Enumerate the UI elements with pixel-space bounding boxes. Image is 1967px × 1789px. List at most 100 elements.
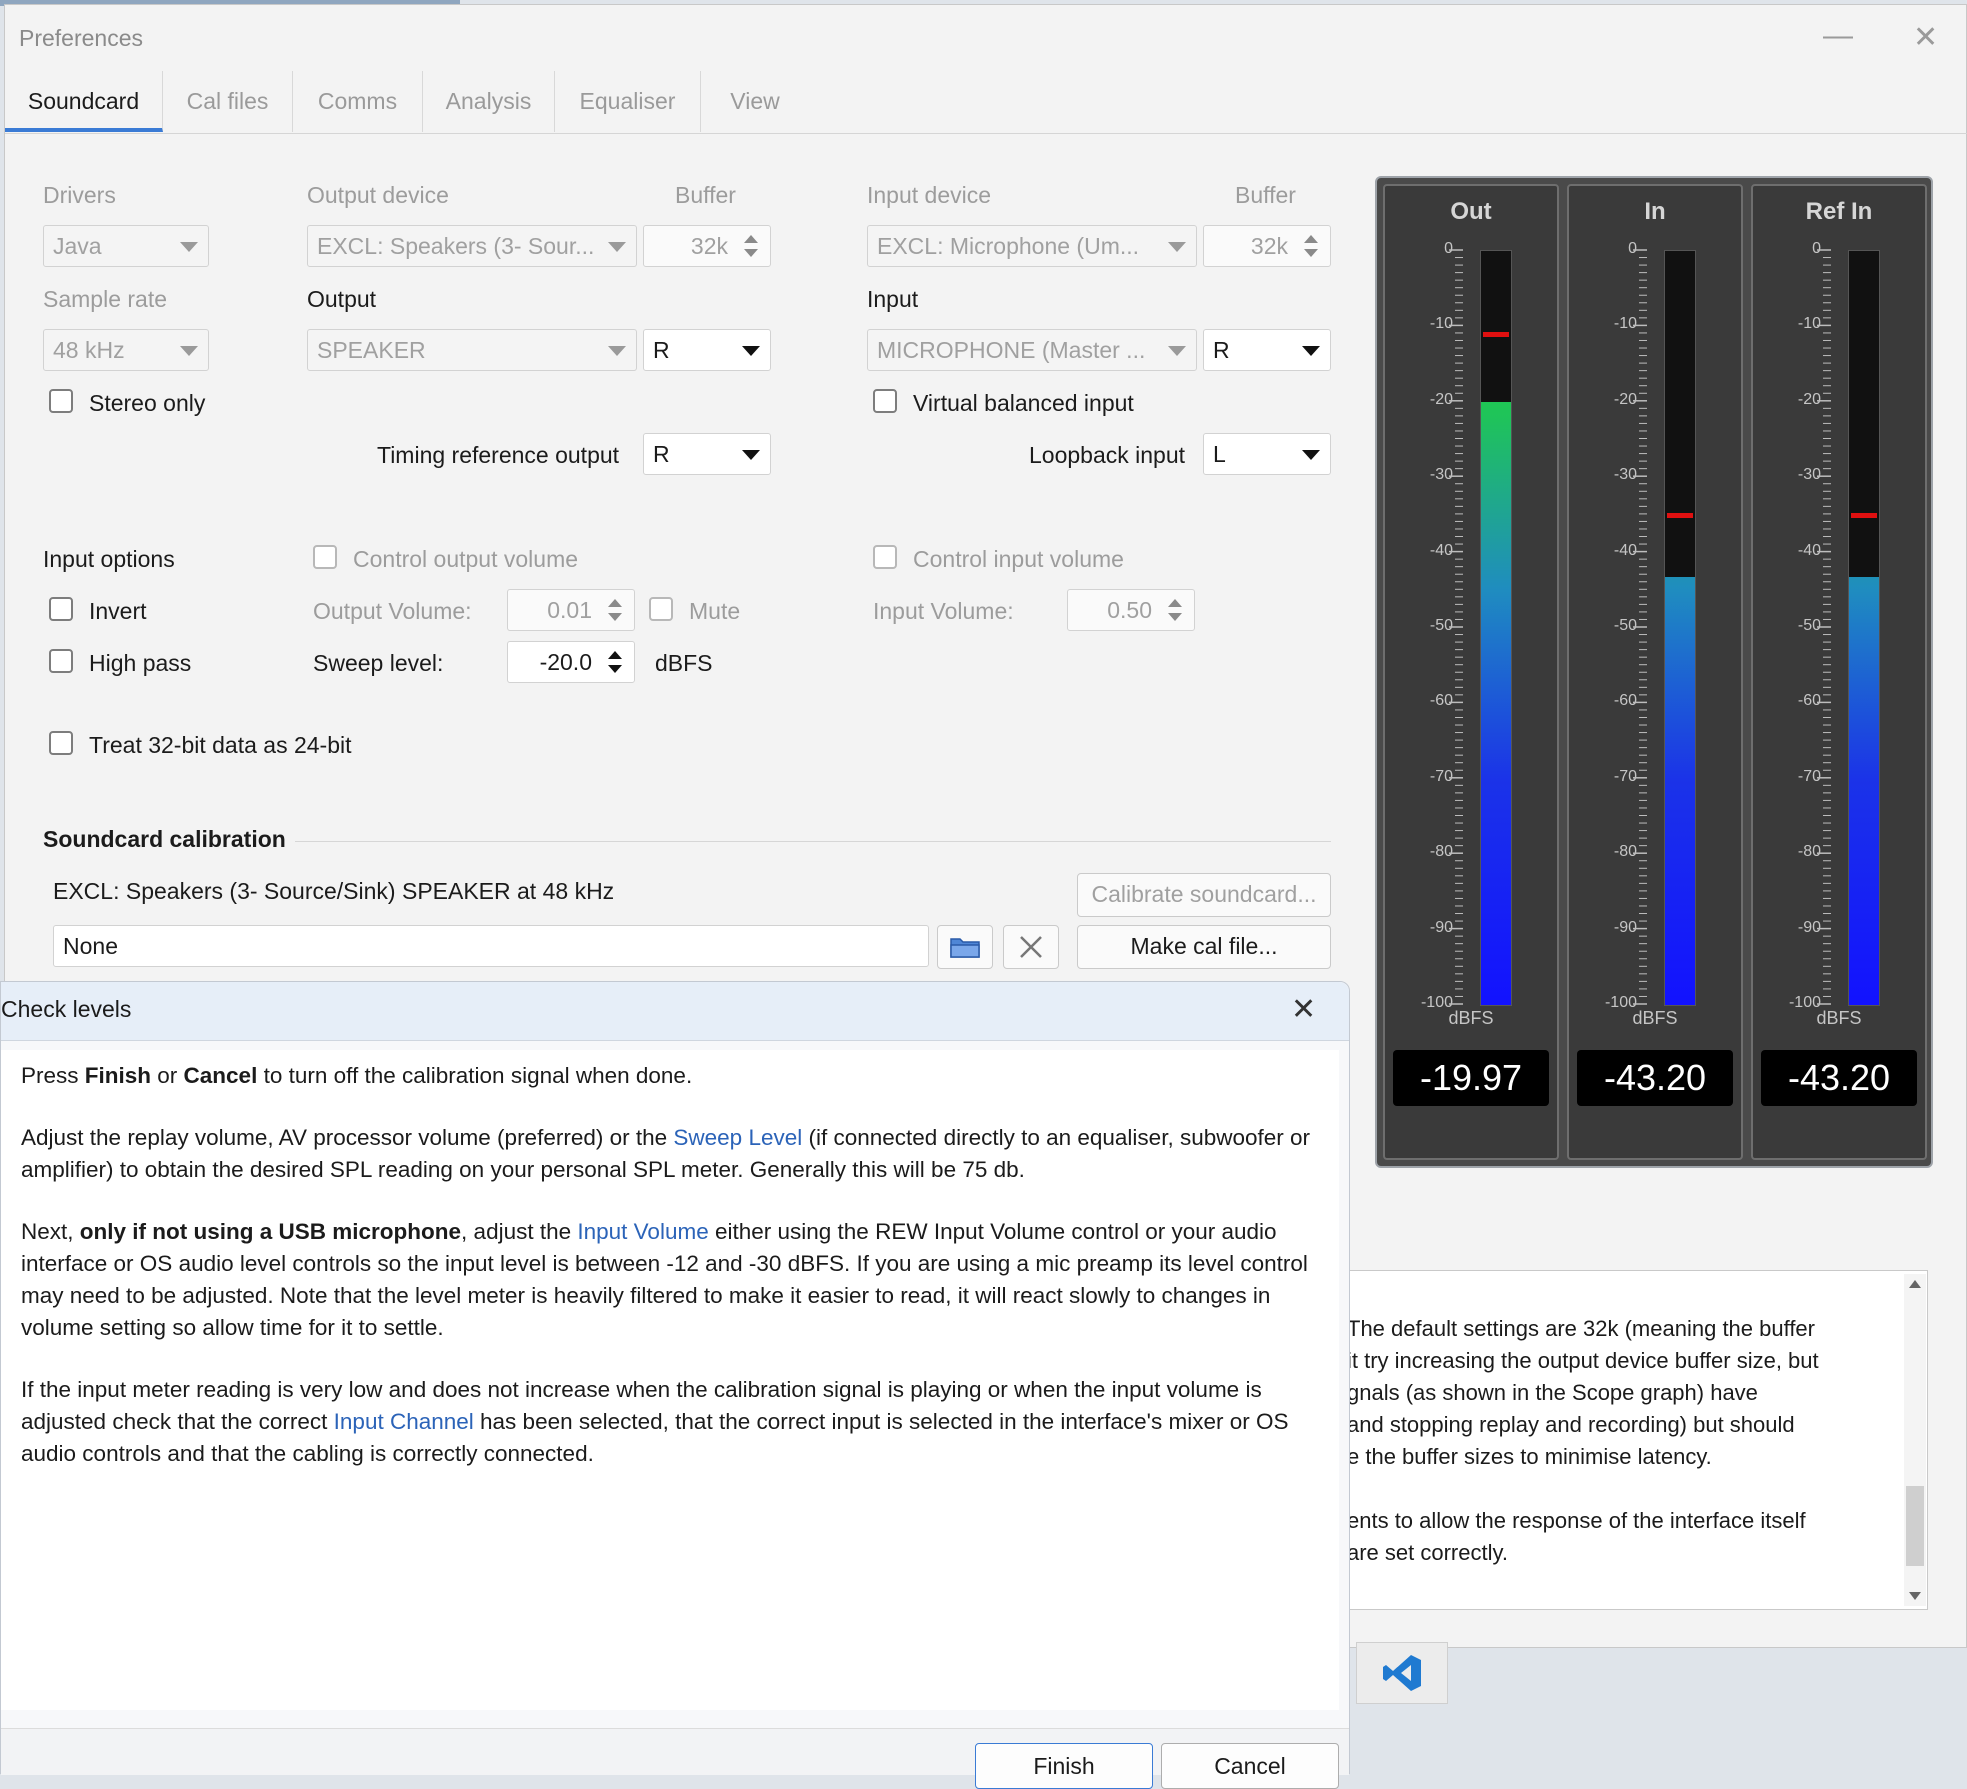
meter-bar [1848, 250, 1880, 1006]
tab-soundcard[interactable]: Soundcard [5, 71, 163, 132]
sweep-level-spinner[interactable]: -20.0 [507, 641, 635, 683]
drivers-select[interactable]: Java [43, 225, 209, 267]
high-pass-label: High pass [89, 650, 192, 676]
meter-level-fill [1849, 576, 1879, 1005]
meter-title: Ref In [1805, 198, 1873, 225]
loopback-select[interactable]: L [1203, 433, 1331, 475]
meter-peak-marker [1483, 331, 1509, 337]
input-device-value: EXCL: Microphone (Um... [877, 233, 1140, 259]
treat-32bit-checkbox[interactable] [49, 731, 73, 755]
stereo-only-checkbox[interactable] [49, 389, 73, 413]
spin-down-icon [1304, 249, 1318, 257]
output-channel-select[interactable]: R [643, 329, 771, 371]
tab-comms[interactable]: Comms [293, 71, 423, 132]
text-run: to turn off the calibration signal when … [257, 1063, 693, 1088]
meter-unit: dBFS [1632, 1008, 1678, 1028]
meter-in: In 0 -10 -20 -30 -40 -50 -60 -70 -80 -90 -100 dBFS… [1567, 184, 1743, 1160]
dialog-close-button[interactable]: ✕ [1291, 992, 1316, 1027]
mute-label: Mute [689, 598, 741, 624]
input-buffer-label: Buffer [1235, 182, 1296, 208]
input-channel-link[interactable]: Input Channel [334, 1409, 474, 1434]
close-icon [1020, 936, 1042, 958]
output-label: Output [307, 286, 377, 312]
meter-out: Out 0 -10 -20 -30 -40 -50 -60 -70 -80 -90 -100 dBF… [1383, 184, 1559, 1160]
window-title: Preferences [19, 25, 144, 51]
spin-down-icon [608, 665, 622, 673]
scroll-down-icon[interactable] [1909, 1592, 1921, 1600]
virtual-balanced-label: Virtual balanced input [913, 390, 1134, 416]
finish-button[interactable]: Finish [975, 1743, 1153, 1789]
clear-cal-button[interactable] [1003, 925, 1059, 969]
chevron-down-icon [180, 242, 198, 252]
timing-ref-select[interactable]: R [643, 433, 771, 475]
input-buffer-spinner[interactable]: 32k [1203, 225, 1331, 267]
output-buffer-spinner[interactable]: 32k [643, 225, 771, 267]
close-button[interactable]: ✕ [1913, 23, 1938, 53]
taskbar-vscode[interactable] [1356, 1642, 1448, 1704]
tab-equaliser[interactable]: Equaliser [555, 71, 701, 132]
check-levels-dialog: Check levels ✕ Press Finish or Cancel to… [0, 981, 1350, 1789]
level-meters-panel: Out 0 -10 -20 -30 -40 -50 -60 -70 -80 -90 -100 dBF… [1375, 176, 1933, 1168]
sample-rate-select[interactable]: 48 kHz [43, 329, 209, 371]
calibration-separator [295, 841, 1331, 842]
output-device-select[interactable]: EXCL: Speakers (3- Sour... [307, 225, 637, 267]
tab-analysis[interactable]: Analysis [423, 71, 555, 132]
input-select[interactable]: MICROPHONE (Master ... [867, 329, 1197, 371]
dialog-title: Check levels [1, 996, 132, 1022]
tab-cal-files[interactable]: Cal files [163, 71, 293, 132]
meter-unit: dBFS [1448, 1008, 1494, 1028]
output-device-value: EXCL: Speakers (3- Sour... [317, 233, 595, 259]
browse-folder-button[interactable] [937, 925, 993, 969]
chevron-down-icon [1302, 346, 1320, 356]
help-scrollbar[interactable] [1904, 1274, 1926, 1606]
instruction-paragraph-1: Press Finish or Cancel to turn off the c… [21, 1060, 1311, 1092]
instruction-paragraph-3: Next, only if not using a USB microphone… [21, 1216, 1311, 1344]
mute-checkbox[interactable] [649, 597, 673, 621]
output-select[interactable]: SPEAKER [307, 329, 637, 371]
meter-title: Out [1450, 198, 1492, 225]
drivers-label: Drivers [43, 182, 116, 208]
meter-title: In [1644, 198, 1666, 225]
help-text-panel: The default settings are 32k (meaning th… [1346, 1270, 1928, 1610]
invert-checkbox[interactable] [49, 597, 73, 621]
input-channel-value: R [1213, 337, 1230, 363]
input-channel-select[interactable]: R [1203, 329, 1331, 371]
meter-bar [1480, 250, 1512, 1006]
calibration-device: EXCL: Speakers (3- Source/Sink) SPEAKER … [53, 878, 615, 904]
finish-keyword: Finish [84, 1063, 152, 1088]
sweep-level-value: -20.0 [539, 649, 592, 675]
input-device-select[interactable]: EXCL: Microphone (Um... [867, 225, 1197, 267]
meter-reading: -19.97 [1393, 1050, 1549, 1106]
virtual-balanced-checkbox[interactable] [873, 389, 897, 413]
meter-peak-marker [1667, 512, 1693, 518]
scroll-up-icon[interactable] [1909, 1280, 1921, 1288]
control-input-volume-checkbox[interactable] [873, 545, 897, 569]
output-volume-label: Output Volume: [313, 598, 472, 624]
chevron-down-icon [1168, 346, 1186, 356]
cancel-button[interactable]: Cancel [1161, 1743, 1339, 1789]
output-value: SPEAKER [317, 337, 426, 363]
chevron-down-icon [742, 346, 760, 356]
input-volume-link[interactable]: Input Volume [577, 1219, 708, 1244]
stereo-only-label: Stereo only [89, 390, 206, 416]
input-volume-spinner[interactable]: 0.50 [1067, 589, 1195, 631]
minimize-button[interactable]: — [1823, 21, 1853, 51]
dialog-header: Check levels ✕ [1, 982, 1349, 1041]
chevron-down-icon [742, 450, 760, 460]
control-output-volume-checkbox[interactable] [313, 545, 337, 569]
calibrate-soundcard-button[interactable]: Calibrate soundcard... [1077, 873, 1331, 917]
timing-ref-label: Timing reference output [377, 442, 620, 468]
cal-file-field[interactable]: None [53, 925, 929, 967]
meter-reading: -43.20 [1577, 1050, 1733, 1106]
high-pass-checkbox[interactable] [49, 649, 73, 673]
output-volume-spinner[interactable]: 0.01 [507, 589, 635, 631]
control-output-volume-label: Control output volume [353, 546, 579, 572]
text-run: Adjust the replay volume, AV processor v… [21, 1125, 674, 1150]
tab-view[interactable]: View [701, 71, 809, 132]
sweep-level-link[interactable]: Sweep Level [673, 1125, 802, 1150]
make-cal-file-button[interactable]: Make cal file... [1077, 925, 1331, 969]
text-run: or [151, 1063, 184, 1088]
instruction-paragraph-2: Adjust the replay volume, AV processor v… [21, 1122, 1311, 1186]
scroll-thumb[interactable] [1906, 1486, 1924, 1566]
folder-icon [950, 938, 980, 958]
